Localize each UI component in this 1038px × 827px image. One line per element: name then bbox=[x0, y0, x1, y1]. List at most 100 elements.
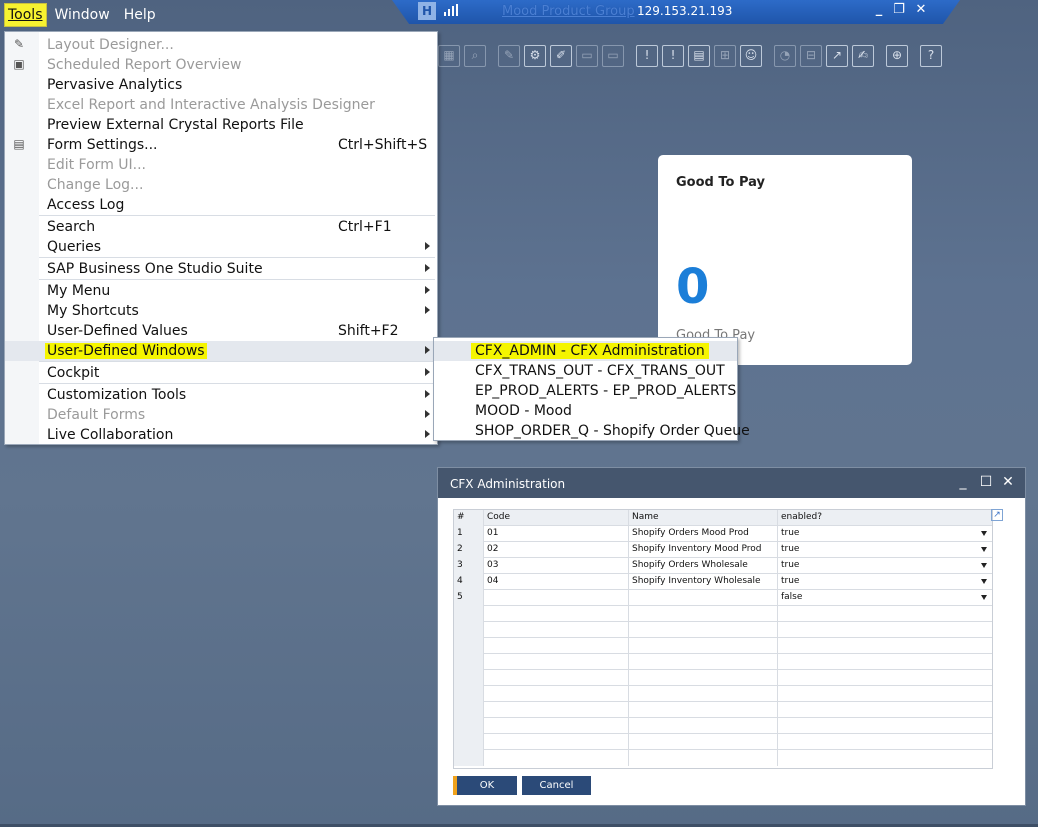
empty-row[interactable] bbox=[454, 686, 992, 702]
menu-item-live-collaboration[interactable]: Live Collaboration bbox=[5, 425, 437, 445]
column-header[interactable]: Name bbox=[629, 510, 778, 526]
enabled-cell[interactable]: true bbox=[778, 542, 992, 558]
close-button[interactable]: ✕ bbox=[999, 474, 1017, 490]
help-icon[interactable]: ? bbox=[920, 45, 942, 67]
menu-item-default-forms[interactable]: Default Forms bbox=[5, 405, 437, 425]
name-cell[interactable]: Shopify Orders Wholesale bbox=[629, 558, 778, 574]
menu-tools[interactable]: Tools bbox=[4, 3, 47, 27]
menu-item-scheduled-report[interactable]: ▣ Scheduled Report Overview bbox=[5, 55, 437, 75]
code-cell[interactable] bbox=[484, 590, 629, 606]
name-cell[interactable] bbox=[629, 590, 778, 606]
menu-item-access-log[interactable]: Access Log bbox=[5, 195, 437, 215]
minimize-button[interactable]: _ bbox=[954, 474, 972, 490]
menu-item-label: User-Defined Values bbox=[47, 323, 188, 339]
form-edit-icon[interactable]: ✐ bbox=[550, 45, 572, 67]
empty-row[interactable] bbox=[454, 702, 992, 718]
empty-row[interactable] bbox=[454, 606, 992, 622]
table-row[interactable]: 3 03 Shopify Orders Wholesale true bbox=[454, 558, 992, 574]
maximize-button[interactable]: ☐ bbox=[977, 474, 995, 490]
menu-item-studio-suite[interactable]: SAP Business One Studio Suite bbox=[5, 259, 437, 279]
edit-icon[interactable]: ✎ bbox=[498, 45, 520, 67]
submenu-item-mood[interactable]: MOOD - Mood bbox=[434, 401, 737, 421]
web-icon[interactable]: ⊕ bbox=[886, 45, 908, 67]
menu-help[interactable]: Help bbox=[118, 3, 162, 27]
code-cell[interactable]: 04 bbox=[484, 574, 629, 590]
dropdown-arrow-icon[interactable] bbox=[981, 547, 987, 552]
empty-row[interactable] bbox=[454, 670, 992, 686]
cancel-button[interactable]: Cancel bbox=[522, 776, 591, 795]
submenu-item-ep-prod-alerts[interactable]: EP_PROD_ALERTS - EP_PROD_ALERTS bbox=[434, 381, 737, 401]
menu-item-search[interactable]: Search Ctrl+F1 bbox=[5, 217, 437, 237]
column-header[interactable]: # bbox=[454, 510, 484, 526]
layout-icon[interactable]: ⊟ bbox=[800, 45, 822, 67]
cfx-grid: # Code Name enabled? 1 01 Shopify Orders… bbox=[453, 509, 993, 769]
table-row[interactable]: 1 01 Shopify Orders Mood Prod true bbox=[454, 526, 992, 542]
dropdown-arrow-icon[interactable] bbox=[981, 579, 987, 584]
sign-icon[interactable]: ✍ bbox=[852, 45, 874, 67]
enabled-cell[interactable]: true bbox=[778, 558, 992, 574]
ok-button[interactable]: OK bbox=[453, 776, 517, 795]
enabled-cell[interactable]: false bbox=[778, 590, 992, 606]
find-icon[interactable]: ⌕ bbox=[464, 45, 486, 67]
empty-row[interactable] bbox=[454, 750, 992, 766]
submenu-item-shop-order-q[interactable]: SHOP_ORDER_Q - Shopify Order Queue bbox=[434, 421, 750, 441]
company-name[interactable]: Mood Product Group bbox=[502, 4, 635, 19]
menu-item-customization-tools[interactable]: Customization Tools bbox=[5, 385, 437, 405]
submenu-item-cfx-trans-out[interactable]: CFX_TRANS_OUT - CFX_TRANS_OUT bbox=[434, 361, 737, 381]
grid-icon[interactable]: ▦ bbox=[438, 45, 460, 67]
code-cell[interactable]: 01 bbox=[484, 526, 629, 542]
empty-row[interactable] bbox=[454, 734, 992, 750]
dropdown-arrow-icon[interactable] bbox=[981, 531, 987, 536]
message-icon[interactable]: ▭ bbox=[576, 45, 598, 67]
empty-row[interactable] bbox=[454, 622, 992, 638]
code-cell[interactable]: 03 bbox=[484, 558, 629, 574]
menu-item-cockpit[interactable]: Cockpit bbox=[5, 363, 437, 383]
minimize-button[interactable]: _ bbox=[870, 2, 888, 17]
menu-item-change-log[interactable]: Change Log... bbox=[5, 175, 437, 195]
empty-row[interactable] bbox=[454, 718, 992, 734]
name-cell[interactable]: Shopify Inventory Wholesale bbox=[629, 574, 778, 590]
menu-item-edit-form-ui[interactable]: Edit Form UI... bbox=[5, 155, 437, 175]
menu-item-my-menu[interactable]: My Menu bbox=[5, 281, 437, 301]
menu-item-user-defined-values[interactable]: User-Defined Values Shift+F2 bbox=[5, 321, 437, 341]
chat-icon[interactable]: ▭ bbox=[602, 45, 624, 67]
table-row[interactable]: 2 02 Shopify Inventory Mood Prod true bbox=[454, 542, 992, 558]
enabled-cell[interactable]: true bbox=[778, 574, 992, 590]
menu-item-queries[interactable]: Queries bbox=[5, 237, 437, 257]
column-header[interactable]: enabled? bbox=[778, 510, 992, 526]
menu-item-excel-report[interactable]: Excel Report and Interactive Analysis De… bbox=[5, 95, 437, 115]
name-cell[interactable]: Shopify Inventory Mood Prod bbox=[629, 542, 778, 558]
empty-row[interactable] bbox=[454, 654, 992, 670]
enabled-value: true bbox=[781, 560, 800, 570]
name-cell[interactable]: Shopify Orders Mood Prod bbox=[629, 526, 778, 542]
restore-button[interactable]: ❐ bbox=[890, 2, 908, 17]
menu-item-form-settings[interactable]: ▤ Form Settings... Ctrl+Shift+S bbox=[5, 135, 437, 155]
user-icon[interactable]: ☺ bbox=[740, 45, 762, 67]
code-cell[interactable]: 02 bbox=[484, 542, 629, 558]
menu-item-pervasive-analytics[interactable]: Pervasive Analytics bbox=[5, 75, 437, 95]
menu-item-user-defined-windows[interactable]: User-Defined Windows bbox=[5, 341, 437, 361]
dropdown-arrow-icon[interactable] bbox=[981, 595, 987, 600]
hierarchy-icon[interactable]: ⊞ bbox=[714, 45, 736, 67]
menu-item-my-shortcuts[interactable]: My Shortcuts bbox=[5, 301, 437, 321]
menu-item-layout-designer[interactable]: ✎ Layout Designer... bbox=[5, 35, 437, 55]
menu-window[interactable]: Window bbox=[49, 3, 116, 27]
calculator-icon[interactable]: ▤ bbox=[688, 45, 710, 67]
menu-item-label: Customization Tools bbox=[47, 387, 187, 403]
alert-doc-icon[interactable]: ! bbox=[636, 45, 658, 67]
menu-item-preview-crystal[interactable]: Preview External Crystal Reports File bbox=[5, 115, 437, 135]
alert-window-icon[interactable]: ! bbox=[662, 45, 684, 67]
enabled-cell[interactable]: true bbox=[778, 526, 992, 542]
good-to-pay-tile[interactable]: Good To Pay 0 Good To Pay bbox=[658, 155, 912, 365]
settings-doc-icon[interactable]: ⚙ bbox=[524, 45, 546, 67]
table-row[interactable]: 5 false bbox=[454, 590, 992, 606]
dropdown-arrow-icon[interactable] bbox=[981, 563, 987, 568]
trend-icon[interactable]: ↗ bbox=[826, 45, 848, 67]
submenu-item-cfx-admin[interactable]: CFX_ADMIN - CFX Administration bbox=[434, 341, 737, 361]
column-header[interactable]: Code bbox=[484, 510, 629, 526]
table-row[interactable]: 4 04 Shopify Inventory Wholesale true bbox=[454, 574, 992, 590]
expand-icon[interactable]: ↗ bbox=[991, 509, 1003, 521]
empty-row[interactable] bbox=[454, 638, 992, 654]
dashboard-icon[interactable]: ◔ bbox=[774, 45, 796, 67]
close-button[interactable]: ✕ bbox=[912, 2, 930, 17]
